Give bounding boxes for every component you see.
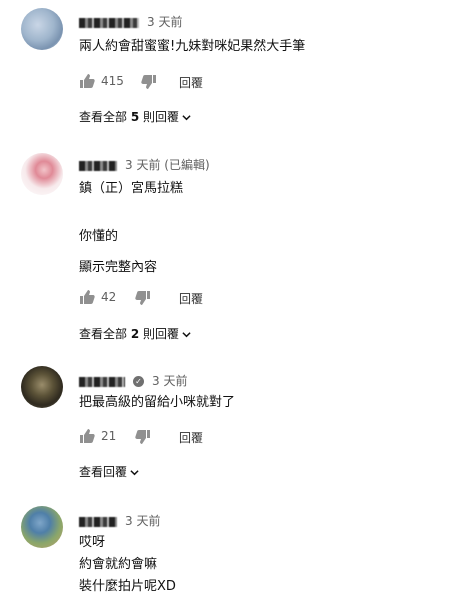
comment-time[interactable]: 3 天前 (147, 15, 182, 29)
comment-line: 你懂的 (79, 229, 119, 244)
view-replies-text: 查看全部 (79, 110, 131, 124)
comment-text: 哎呀 約會就約會嘛 裝什麼拍片呢XD (79, 532, 176, 598)
chevron-down-icon (182, 115, 191, 121)
comment-line: 約會就約會嘛 (79, 557, 158, 572)
comment-header: 3 天前 (79, 512, 160, 529)
comment-text: 兩人約會甜蜜蜜!九妹對咪妃果然大手筆 (79, 37, 305, 57)
author-name-redacted[interactable] (79, 516, 117, 527)
like-count: 21 (101, 429, 117, 443)
author-name-redacted[interactable] (79, 160, 117, 171)
comment-line: 裝什麼拍片呢XD (79, 579, 176, 594)
view-replies-button[interactable]: 查看全部 2 則回覆 (79, 325, 191, 342)
reply-count: 2 (130, 327, 140, 341)
comment-header: 3 天前 (已編輯) (79, 156, 210, 173)
reply-button[interactable]: 回覆 (179, 74, 203, 91)
avatar[interactable] (21, 153, 63, 195)
thumbs-down-icon[interactable] (135, 429, 151, 445)
avatar[interactable] (21, 8, 63, 50)
thumbs-up-icon[interactable] (79, 428, 95, 444)
comment-actions: 415 回覆 (79, 73, 203, 91)
like-count: 415 (101, 74, 124, 88)
view-replies-suffix: 則回覆 (139, 327, 180, 341)
comment-text: 把最高級的留給小咪就對了 (79, 393, 235, 413)
view-replies-text: 查看全部 (79, 327, 131, 341)
comment-line: 鎮（正）宮馬拉糕 (79, 181, 184, 196)
read-more-button[interactable]: 顯示完整內容 (79, 258, 157, 278)
avatar[interactable] (21, 366, 63, 408)
chevron-down-icon (130, 470, 139, 476)
reply-button[interactable]: 回覆 (179, 290, 203, 307)
comment-actions: 42 回覆 (79, 289, 203, 307)
thumbs-up-icon[interactable] (79, 73, 95, 89)
comment-line: 把最高級的留給小咪就對了 (79, 395, 236, 410)
comment-time[interactable]: 3 天前 (已編輯) (125, 158, 210, 172)
comment-line: 哎呀 (79, 535, 106, 550)
reply-button[interactable]: 回覆 (179, 429, 203, 446)
thumbs-down-icon[interactable] (141, 74, 157, 90)
comment-actions: 21 回覆 (79, 428, 203, 446)
view-replies-button[interactable]: 查看全部 5 則回覆 (79, 108, 191, 125)
verified-check-icon: ✓ (133, 376, 144, 387)
comment-text: 鎮（正）宮馬拉糕 你懂的 (79, 177, 183, 249)
thumbs-up-icon[interactable] (79, 289, 95, 305)
comment-line: 兩人約會甜蜜蜜!九妹對咪妃果然大手筆 (79, 39, 306, 54)
view-replies-button[interactable]: 查看回覆 (79, 463, 139, 480)
reply-count: 5 (130, 110, 140, 124)
author-name-redacted[interactable] (79, 17, 139, 28)
thumbs-down-icon[interactable] (135, 290, 151, 306)
author-name-redacted[interactable] (79, 376, 125, 387)
chevron-down-icon (182, 332, 191, 338)
avatar[interactable] (21, 506, 63, 548)
like-count: 42 (101, 290, 117, 304)
comment-line (79, 201, 183, 225)
comment-time[interactable]: 3 天前 (152, 374, 187, 388)
view-replies-text: 查看回覆 (79, 465, 128, 479)
view-replies-suffix: 則回覆 (139, 110, 180, 124)
comment-time[interactable]: 3 天前 (125, 514, 160, 528)
comment-header: 3 天前 (79, 13, 182, 30)
comment-header: ✓ 3 天前 (79, 372, 187, 389)
